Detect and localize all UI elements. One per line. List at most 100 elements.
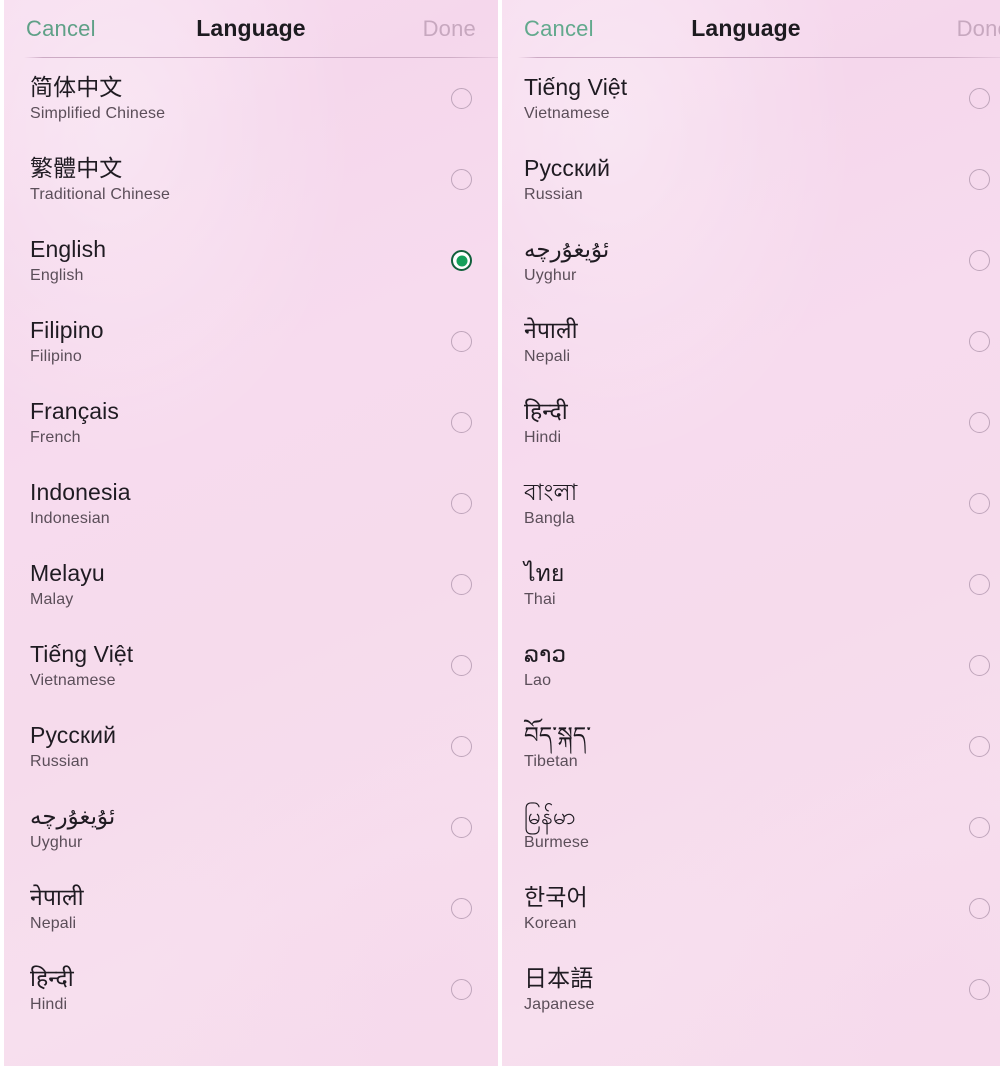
radio-unselected-icon[interactable] (969, 736, 990, 757)
language-native-name: Filipino (30, 316, 104, 343)
radio-unselected-icon[interactable] (969, 655, 990, 676)
language-native-name: ئۇيغۇرچە (524, 235, 610, 262)
language-row[interactable]: हिन्दी Hindi (4, 949, 498, 1030)
language-english-name: Bangla (524, 509, 575, 527)
language-row[interactable]: नेपाली Nepali (4, 868, 498, 949)
language-native-name: ລາວ (524, 640, 567, 667)
radio-unselected-icon[interactable] (969, 88, 990, 109)
language-row-texts: ไทย Thai (524, 559, 565, 611)
language-native-name: Русский (30, 721, 117, 748)
radio-unselected-icon[interactable] (451, 88, 472, 109)
language-row[interactable]: English English (4, 220, 498, 301)
language-row-texts: ئۇيغۇرچە Uyghur (524, 235, 609, 287)
language-row[interactable]: ລາວ Lao (502, 625, 1000, 706)
language-row[interactable]: Tiếng Việt Vietnamese (4, 625, 498, 706)
language-row[interactable]: Русский Russian (4, 706, 498, 787)
done-button[interactable]: Done (957, 16, 1000, 42)
language-row[interactable]: বাংলা Bangla (502, 463, 1000, 544)
language-row-texts: Tiếng Việt Vietnamese (30, 640, 133, 692)
language-row[interactable]: Indonesia Indonesian (4, 463, 498, 544)
language-row[interactable]: 日本語 Japanese (502, 949, 1000, 1030)
language-row[interactable]: မြန်မာ Burmese (502, 787, 1000, 868)
language-english-name: French (30, 428, 81, 446)
left-language-screen: Cancel Language Done 简体中文 Simplified Chin… (4, 0, 498, 1066)
radio-unselected-icon[interactable] (969, 817, 990, 838)
language-native-name: 繁體中文 (30, 154, 123, 181)
language-english-name: English (30, 266, 84, 284)
radio-unselected-icon[interactable] (451, 493, 472, 514)
radio-unselected-icon[interactable] (451, 817, 472, 838)
language-row[interactable]: Filipino Filipino (4, 301, 498, 382)
language-row-texts: ລາວ Lao (524, 640, 566, 692)
done-button[interactable]: Done (423, 16, 476, 42)
radio-unselected-icon[interactable] (969, 412, 990, 433)
language-native-name: বাংলা (524, 478, 578, 505)
language-row[interactable]: हिन्दी Hindi (502, 382, 1000, 463)
language-english-name: Nepali (524, 347, 571, 365)
radio-unselected-icon[interactable] (969, 574, 990, 595)
radio-unselected-icon[interactable] (451, 898, 472, 919)
language-english-name: Burmese (524, 833, 590, 851)
language-english-name: Traditional Chinese (30, 185, 171, 203)
radio-unselected-icon[interactable] (969, 250, 990, 271)
language-english-name: Thai (524, 590, 556, 608)
language-english-name: Japanese (524, 995, 595, 1013)
language-row[interactable]: Tiếng Việt Vietnamese (502, 58, 1000, 139)
radio-unselected-icon[interactable] (969, 493, 990, 514)
language-row[interactable]: བོད་སྐད་ Tibetan (502, 706, 1000, 787)
language-native-name: Indonesia (30, 478, 131, 505)
language-row[interactable]: ئۇيغۇرچە Uyghur (502, 220, 1000, 301)
radio-unselected-icon[interactable] (969, 979, 990, 1000)
language-english-name: Indonesian (30, 509, 110, 527)
language-english-name: Lao (524, 671, 552, 689)
language-row-texts: Filipino Filipino (30, 316, 104, 368)
radio-unselected-icon[interactable] (451, 169, 472, 190)
radio-unselected-icon[interactable] (451, 655, 472, 676)
language-native-name: မြန်မာ (524, 802, 576, 829)
right-language-screen: Cancel Language Done Tiếng Việt Vietnames… (502, 0, 1000, 1066)
language-native-name: Tiếng Việt (30, 640, 134, 667)
language-row-texts: Русский Russian (524, 154, 610, 206)
radio-unselected-icon[interactable] (451, 736, 472, 757)
language-native-name: Русский (524, 154, 611, 181)
language-row[interactable]: 繁體中文 Traditional Chinese (4, 139, 498, 220)
language-row-texts: Indonesia Indonesian (30, 478, 131, 530)
language-english-name: Malay (30, 590, 74, 608)
right-header-bar: Cancel Language Done (502, 0, 1000, 57)
language-native-name: नेपाली (30, 883, 84, 910)
language-row-texts: 简体中文 Simplified Chinese (30, 73, 165, 125)
language-row[interactable]: 한국어 Korean (502, 868, 1000, 949)
language-native-name: 简体中文 (30, 73, 123, 100)
radio-unselected-icon[interactable] (969, 169, 990, 190)
language-row[interactable]: Français French (4, 382, 498, 463)
language-row[interactable]: Русский Russian (502, 139, 1000, 220)
cancel-button[interactable]: Cancel (26, 16, 96, 42)
language-row[interactable]: 简体中文 Simplified Chinese (4, 58, 498, 139)
language-english-name: Simplified Chinese (30, 104, 166, 122)
language-row[interactable]: Melayu Malay (4, 544, 498, 625)
radio-unselected-icon[interactable] (451, 574, 472, 595)
language-english-name: Russian (524, 185, 583, 203)
cancel-button[interactable]: Cancel (524, 16, 594, 42)
radio-unselected-icon[interactable] (451, 979, 472, 1000)
language-row-texts: Français French (30, 397, 119, 449)
radio-unselected-icon[interactable] (969, 331, 990, 352)
radio-unselected-icon[interactable] (451, 331, 472, 352)
language-english-name: Filipino (30, 347, 82, 365)
language-settings-screenshot: Cancel Language Done 简体中文 Simplified Chin… (0, 0, 1000, 1066)
language-row[interactable]: नेपाली Nepali (502, 301, 1000, 382)
language-row-texts: မြန်မာ Burmese (524, 802, 589, 854)
language-row[interactable]: ไทย Thai (502, 544, 1000, 625)
language-row-texts: Русский Russian (30, 721, 116, 773)
language-row-texts: 한국어 Korean (524, 883, 588, 935)
language-row-texts: བོད་སྐད་ Tibetan (524, 721, 591, 773)
radio-selected-icon[interactable] (451, 250, 472, 271)
language-row-texts: हिन्दी Hindi (524, 397, 568, 449)
language-native-name: 한국어 (524, 883, 588, 910)
left-language-list: 简体中文 Simplified Chinese 繁體中文 Traditional Ch… (4, 58, 498, 1030)
language-native-name: Français (30, 397, 119, 424)
language-row-texts: Tiếng Việt Vietnamese (524, 73, 627, 125)
radio-unselected-icon[interactable] (451, 412, 472, 433)
radio-unselected-icon[interactable] (969, 898, 990, 919)
language-row[interactable]: ئۇيغۇرچە Uyghur (4, 787, 498, 868)
